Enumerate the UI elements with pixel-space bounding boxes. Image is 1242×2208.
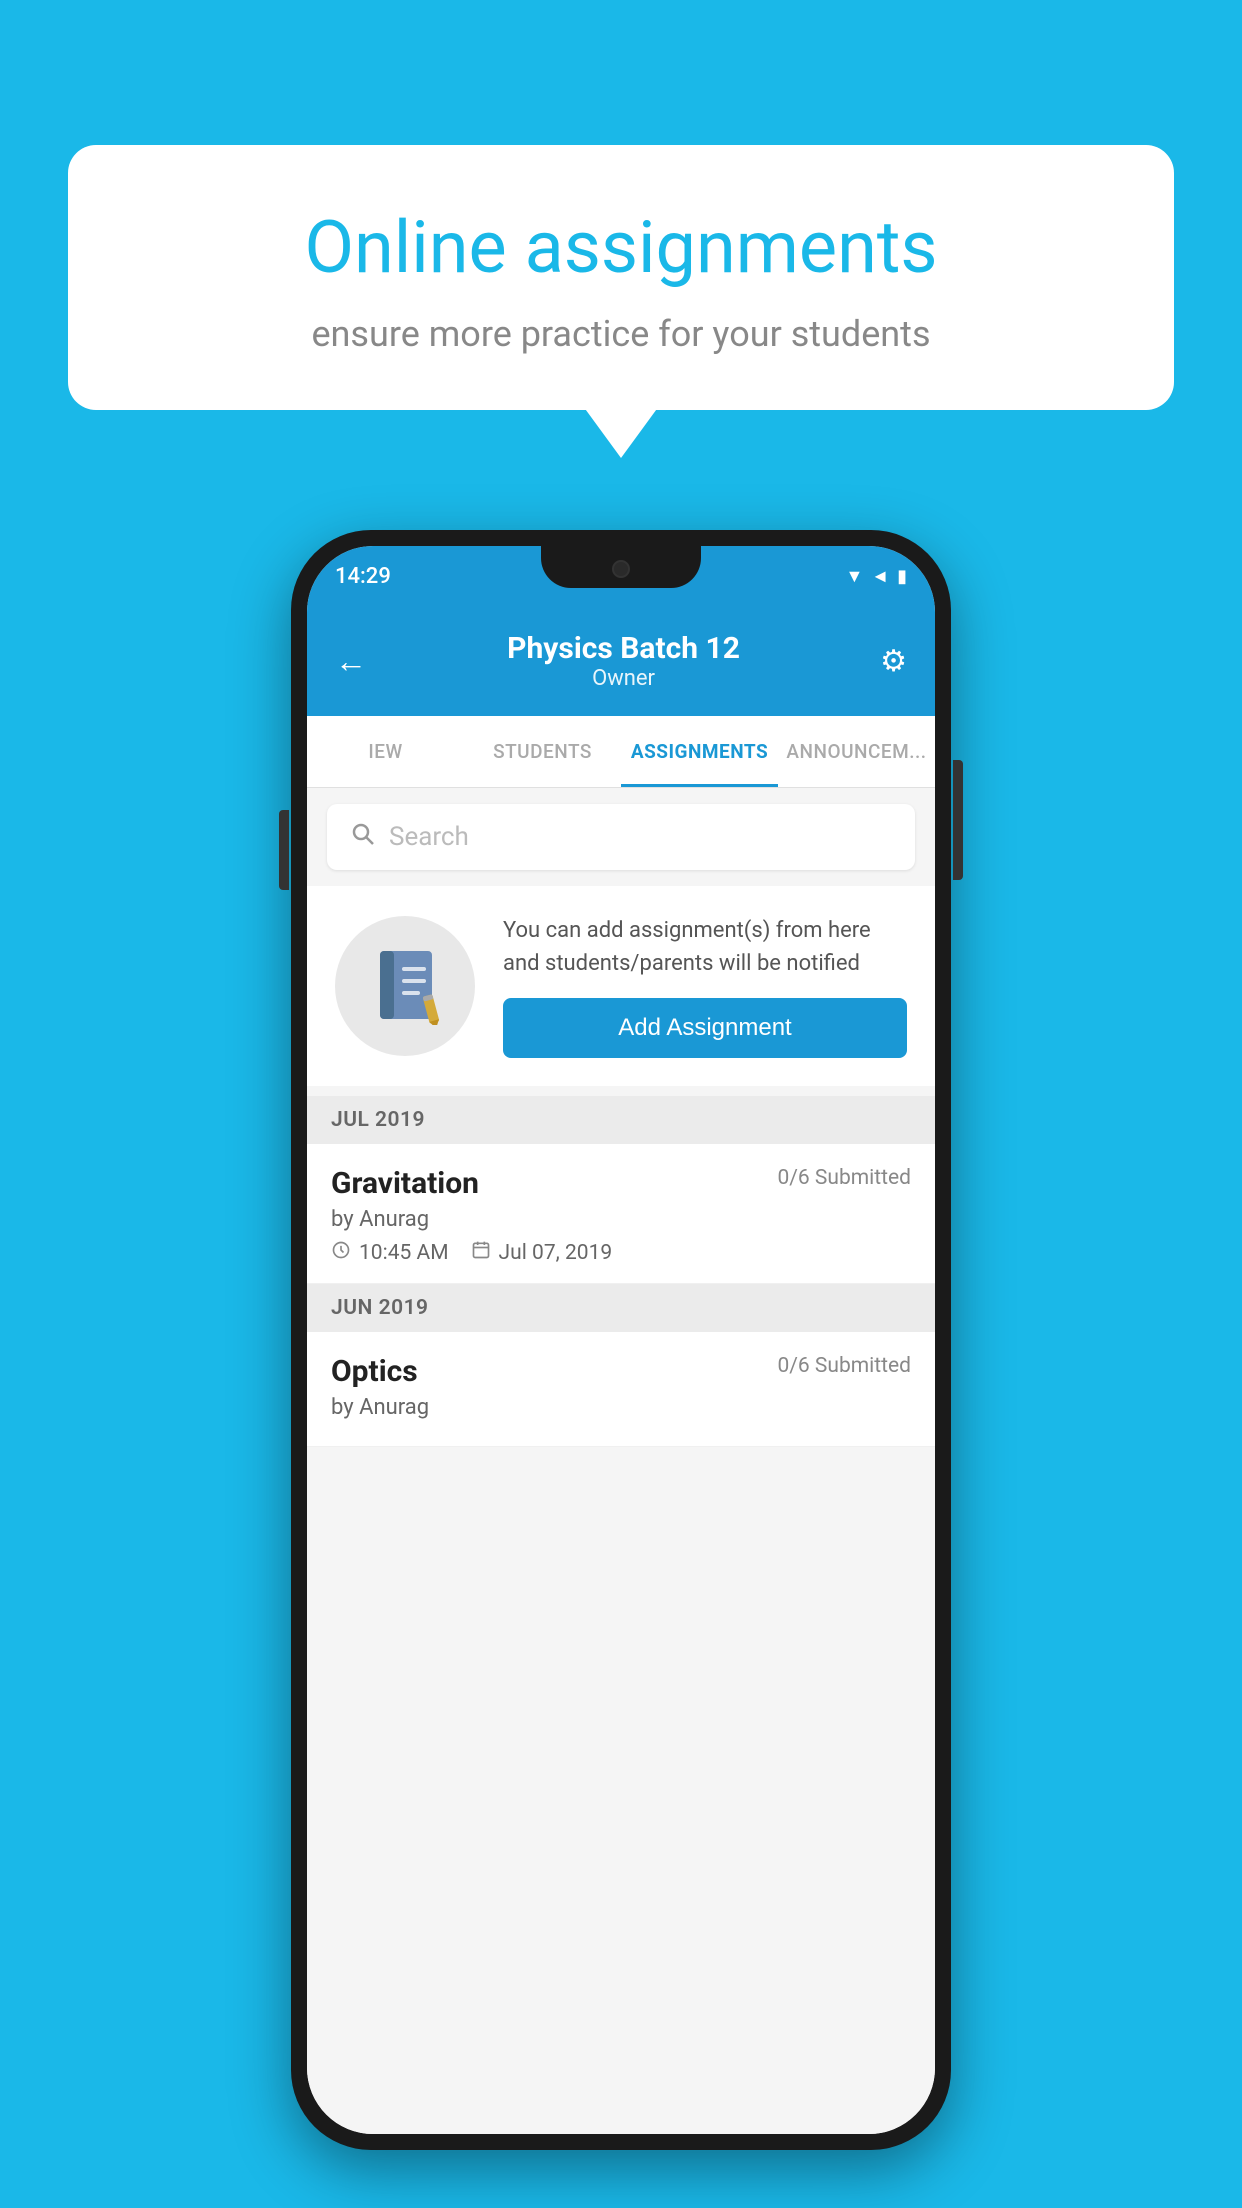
tabs-container: IEW STUDENTS ASSIGNMENTS ANNOUNCEM... [307, 716, 935, 788]
add-assignment-card: You can add assignment(s) from here and … [307, 886, 935, 1086]
back-button[interactable]: ← [335, 642, 367, 680]
content-area: Search [307, 788, 935, 2134]
search-icon [351, 822, 375, 853]
assignment-submitted-gravitation: 0/6 Submitted [777, 1166, 911, 1190]
status-icons: ▼ ◄ ▮ [845, 566, 907, 587]
assignment-icon-circle [335, 916, 475, 1056]
tab-students[interactable]: STUDENTS [464, 716, 621, 787]
search-placeholder: Search [389, 822, 469, 852]
speech-bubble-area: Online assignments ensure more practice … [68, 145, 1174, 410]
section-header-jul: JUL 2019 [307, 1096, 935, 1144]
bubble-subtitle: ensure more practice for your students [138, 313, 1104, 355]
add-assignment-description: You can add assignment(s) from here and … [503, 914, 907, 980]
assignment-submitted-optics: 0/6 Submitted [777, 1354, 911, 1378]
assignment-item-top-optics: Optics 0/6 Submitted [331, 1354, 911, 1389]
tab-announcements[interactable]: ANNOUNCEM... [778, 716, 935, 787]
bubble-title: Online assignments [138, 205, 1104, 291]
table-row[interactable]: Gravitation 0/6 Submitted by Anurag [307, 1144, 935, 1284]
phone-outer: 14:29 ▼ ◄ ▮ ← Physics Batch 12 Owner ⚙ [291, 530, 951, 2150]
assignment-name-optics: Optics [331, 1354, 418, 1389]
phone-wrapper: 14:29 ▼ ◄ ▮ ← Physics Batch 12 Owner ⚙ [291, 530, 951, 2150]
assignment-by-optics: by Anurag [331, 1395, 911, 1420]
section-header-jun: JUN 2019 [307, 1284, 935, 1332]
phone-screen: 14:29 ▼ ◄ ▮ ← Physics Batch 12 Owner ⚙ [307, 546, 935, 2134]
app-bar-center: Physics Batch 12 Owner [507, 631, 740, 691]
app-bar-title: Physics Batch 12 [507, 631, 740, 666]
assignment-item-top: Gravitation 0/6 Submitted [331, 1166, 911, 1201]
assignment-date-gravitation: Jul 07, 2019 [471, 1240, 613, 1265]
search-bar[interactable]: Search [327, 804, 915, 870]
status-time: 14:29 [335, 564, 391, 589]
tab-assignments[interactable]: ASSIGNMENTS [621, 716, 778, 787]
battery-icon: ▮ [897, 566, 907, 587]
app-bar: ← Physics Batch 12 Owner ⚙ [307, 606, 935, 716]
app-bar-subtitle: Owner [507, 666, 740, 691]
speech-bubble: Online assignments ensure more practice … [68, 145, 1174, 410]
signal-icon: ◄ [871, 566, 889, 587]
calendar-icon [471, 1240, 491, 1265]
notch-camera [612, 560, 630, 578]
notebook-icon [370, 947, 440, 1025]
notch [541, 546, 701, 588]
add-assignment-right: You can add assignment(s) from here and … [503, 914, 907, 1058]
assignment-meta-gravitation: 10:45 AM Jul 07, 201 [331, 1240, 911, 1265]
clock-icon [331, 1240, 351, 1265]
assignment-name-gravitation: Gravitation [331, 1166, 479, 1201]
settings-icon[interactable]: ⚙ [880, 644, 907, 679]
tab-iew[interactable]: IEW [307, 716, 464, 787]
assignment-by-gravitation: by Anurag [331, 1207, 911, 1232]
add-assignment-button[interactable]: Add Assignment [503, 998, 907, 1058]
table-row[interactable]: Optics 0/6 Submitted by Anurag [307, 1332, 935, 1447]
wifi-icon: ▼ [845, 566, 863, 587]
assignment-time-gravitation: 10:45 AM [331, 1240, 449, 1265]
